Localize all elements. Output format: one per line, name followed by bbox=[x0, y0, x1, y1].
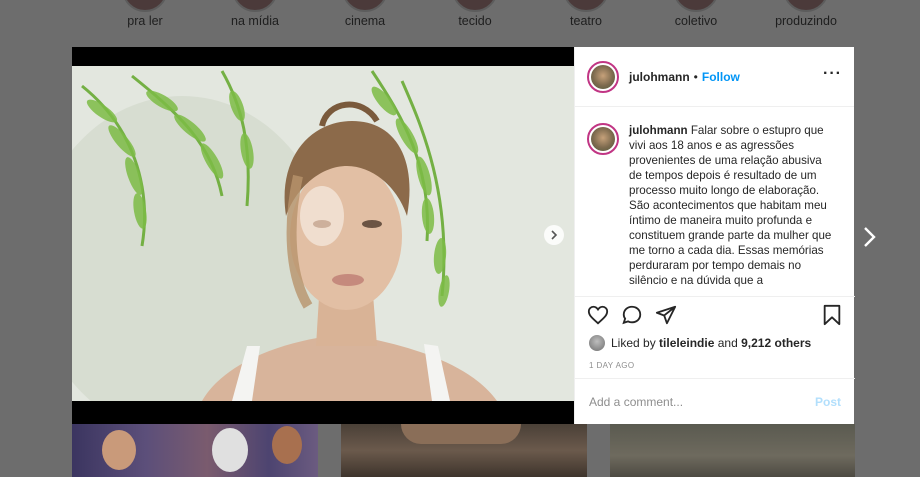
highlight-cover bbox=[232, 0, 278, 12]
carousel-next-button[interactable] bbox=[544, 225, 564, 245]
highlight-label: teatro bbox=[570, 14, 602, 28]
comment-input[interactable] bbox=[589, 395, 815, 409]
caption-body: Falar sobre o estupro que vivi aos 18 an… bbox=[629, 124, 832, 287]
thumb-figure bbox=[212, 428, 248, 472]
bookmark-icon[interactable] bbox=[821, 304, 843, 326]
post-timestamp[interactable]: 1 DAY AGO bbox=[589, 361, 635, 370]
liked-prefix: Liked by bbox=[611, 336, 656, 350]
thumb-figure bbox=[102, 430, 136, 470]
highlight-label: coletivo bbox=[674, 14, 718, 28]
highlight-cover bbox=[783, 0, 829, 12]
comment-icon[interactable] bbox=[621, 304, 643, 326]
highlight-cover bbox=[452, 0, 498, 12]
post-comment-button[interactable]: Post bbox=[815, 395, 841, 409]
highlight-label: na mídia bbox=[231, 14, 279, 28]
highlight-cover bbox=[563, 0, 609, 12]
post-media bbox=[72, 47, 574, 424]
follow-button[interactable]: Follow bbox=[702, 70, 740, 84]
grid-post-thumbnail[interactable] bbox=[72, 424, 318, 477]
caption-username[interactable]: julohmann bbox=[629, 124, 688, 137]
thumb-hand bbox=[401, 424, 521, 444]
post-actions: Liked by tileleindie and 9,212 others 1 … bbox=[575, 296, 855, 426]
comment-bar: Post bbox=[575, 378, 855, 425]
more-options-icon[interactable]: ··· bbox=[823, 65, 842, 83]
grid-post-thumbnail[interactable] bbox=[610, 424, 855, 477]
highlight-label: pra ler bbox=[127, 14, 163, 28]
liked-and: and bbox=[717, 336, 738, 350]
avatar[interactable] bbox=[587, 60, 619, 93]
highlight-label: tecido bbox=[458, 14, 492, 28]
post-header: julohmann • Follow ··· bbox=[575, 47, 854, 107]
avatar-image bbox=[591, 127, 615, 151]
liker-username[interactable]: tileleindie bbox=[659, 336, 714, 350]
liked-others-link[interactable]: 9,212 others bbox=[741, 336, 811, 350]
thumb-figure bbox=[272, 426, 302, 464]
post-modal: julohmann • Follow ··· julohmann Falar s… bbox=[72, 47, 855, 426]
next-post-icon[interactable] bbox=[861, 225, 879, 249]
highlight-cover bbox=[342, 0, 388, 12]
highlight-label: cinema bbox=[344, 14, 386, 28]
action-icons bbox=[587, 304, 843, 330]
highlight-cover bbox=[122, 0, 168, 12]
liked-by-row: Liked by tileleindie and 9,212 others bbox=[589, 335, 811, 351]
caption-section: julohmann Falar sobre o estupro que vivi… bbox=[575, 107, 855, 296]
heart-icon[interactable] bbox=[587, 304, 609, 326]
grid-post-thumbnail[interactable] bbox=[341, 424, 587, 477]
username-link[interactable]: julohmann bbox=[629, 70, 690, 84]
portrait-illustration bbox=[72, 66, 574, 401]
highlight-label: produzindo bbox=[775, 14, 837, 28]
highlight-cover bbox=[673, 0, 719, 12]
liker-avatar[interactable] bbox=[589, 335, 605, 351]
caption-avatar[interactable] bbox=[587, 123, 619, 155]
post-sidebar: julohmann • Follow ··· julohmann Falar s… bbox=[574, 47, 855, 426]
share-icon[interactable] bbox=[655, 304, 677, 326]
story-highlights: pra ler na mídia cinema tecido teatro co… bbox=[0, 0, 920, 40]
caption-text: julohmann Falar sobre o estupro que vivi… bbox=[629, 123, 835, 296]
post-photo bbox=[72, 66, 574, 401]
avatar-image bbox=[591, 64, 615, 89]
chevron-right-icon bbox=[551, 230, 558, 240]
separator-dot: • bbox=[693, 69, 698, 84]
